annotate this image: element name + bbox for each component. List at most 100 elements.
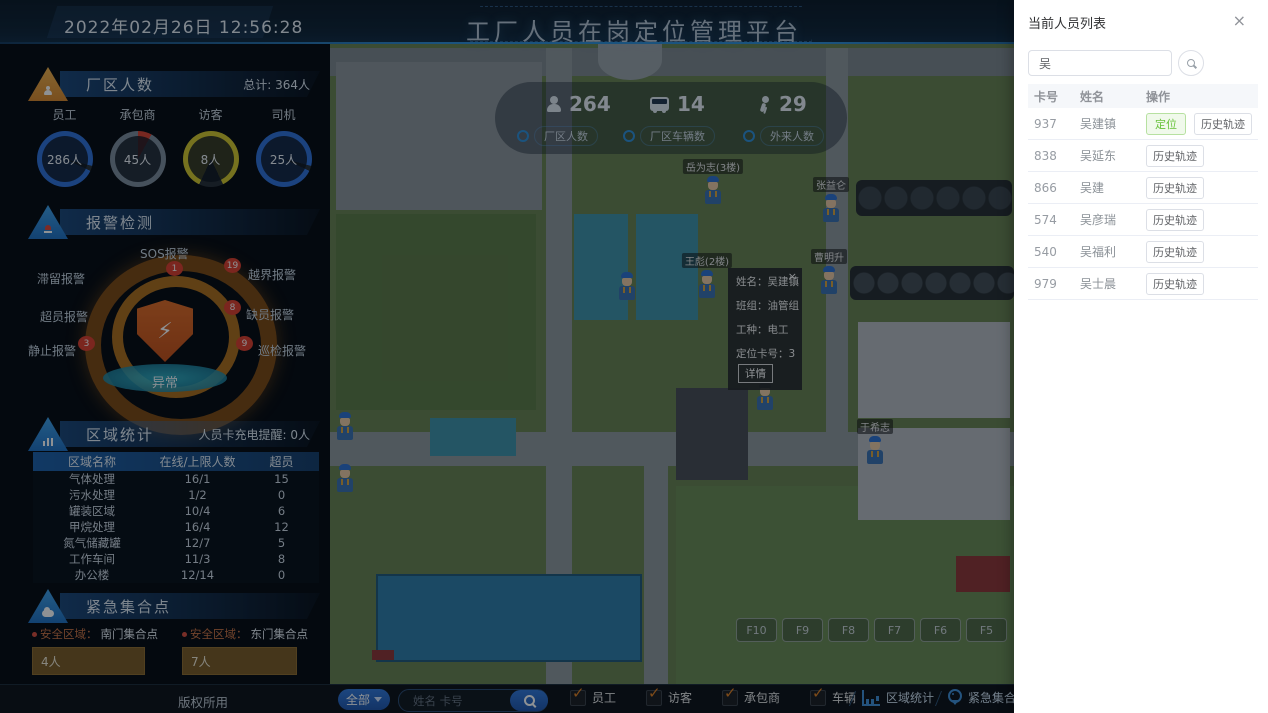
close-icon[interactable]: × (1227, 10, 1252, 31)
alarm-item-label: 超员报警 (40, 310, 88, 324)
worker-figure[interactable] (336, 464, 354, 494)
card-number: 574 (1034, 213, 1080, 227)
map-truck (372, 650, 394, 660)
section-bar: 区域统计 人员卡充电提醒: 0人 (60, 421, 320, 447)
worker-figure[interactable] (336, 412, 354, 442)
history-track-button[interactable]: 历史轨迹 (1146, 273, 1204, 295)
checkbox-icon: ✓ (570, 690, 586, 706)
map-fans (850, 266, 1014, 300)
stat-outside-people: 29 (757, 92, 807, 116)
floor-button[interactable]: F9 (782, 618, 823, 642)
history-track-button[interactable]: 历史轨迹 (1146, 145, 1204, 167)
history-track-button[interactable]: 历史轨迹 (1146, 209, 1204, 231)
person-name: 吴士晨 (1080, 275, 1146, 292)
tooltip-field-value: 油管组 (768, 300, 800, 312)
row-actions: 历史轨迹 (1146, 209, 1258, 231)
alarm-count-badge: 9 (236, 336, 253, 351)
column-header: 姓名 (1080, 88, 1146, 105)
row-actions: 历史轨迹 (1146, 145, 1258, 167)
worker-body (705, 190, 721, 204)
map-pool (430, 418, 516, 456)
bottom-search-button[interactable] (510, 690, 548, 711)
worker-face (702, 276, 712, 284)
card-number: 979 (1034, 277, 1080, 291)
checkbox-icon: ✓ (810, 690, 826, 706)
alarm-item: 巡检报警 9 (258, 342, 306, 359)
worker-figure[interactable] (618, 272, 636, 302)
region-table-header: 区域名称 在线/上限人数 超员 (33, 452, 319, 471)
assembly-count: 7人 (191, 653, 211, 670)
checkbox-label: 员工 (592, 689, 616, 706)
card-charge-reminder: 人员卡充电提醒: 0人 (199, 426, 311, 443)
worker-figure[interactable]: 岳为志(3楼) (704, 176, 722, 206)
filter-all-dropdown[interactable]: 全部 (338, 689, 390, 710)
tooltip-close-icon[interactable]: × (788, 270, 797, 283)
ring-chart: 8人 (183, 131, 239, 187)
bottom-search-input[interactable] (399, 693, 510, 709)
floor-button[interactable]: F5 (966, 618, 1007, 642)
check-mark-icon: ✓ (572, 684, 585, 702)
bars-glyph (43, 436, 53, 446)
stat-label-pill: 厂区人数 (517, 126, 598, 146)
floor-button[interactable]: F6 (920, 618, 961, 642)
map-pool (376, 574, 642, 662)
person-icon (547, 96, 561, 112)
map-building (676, 388, 748, 480)
region-table: 区域名称 在线/上限人数 超员 气体处理 16/1 15 污水处理 1/2 0 (33, 452, 319, 583)
layer-checkbox[interactable]: ✓ 员工 (570, 689, 616, 706)
ring-value: 45人 (124, 151, 151, 168)
region-name: 办公楼 (33, 567, 151, 583)
region-name: 甲烷处理 (33, 519, 151, 535)
history-track-button[interactable]: 历史轨迹 (1146, 177, 1204, 199)
worker-figure[interactable]: 曹明升 (820, 266, 838, 296)
check-mark-icon: ✓ (812, 684, 825, 702)
assembly-point: 安全区域： 南门集合点 4人 (32, 626, 145, 675)
tooltip-detail-button[interactable]: 详情 (738, 364, 773, 383)
ring-label: 承包商 (119, 106, 155, 123)
region-over-count: 0 (244, 568, 319, 582)
tooltip-field-label: 班组： (736, 300, 768, 312)
section-title: 紧急集合点 (86, 596, 171, 617)
ring-chart: 25人 (256, 131, 312, 187)
alarm-item-label: 缺员报警 (246, 308, 294, 322)
worker-face (870, 442, 880, 450)
worker-face (340, 418, 350, 426)
history-track-button[interactable]: 历史轨迹 (1194, 113, 1252, 135)
alarm-item: 越界报警 19 (248, 266, 296, 283)
history-track-button[interactable]: 历史轨迹 (1146, 241, 1204, 263)
tooltip-field-value: 电工 (768, 324, 789, 336)
worker-figure[interactable]: 张益仑 (822, 194, 840, 224)
personnel-row: 540 吴福利 历史轨迹 (1028, 236, 1258, 268)
section-title: 区域统计 (86, 424, 154, 445)
column-header: 操作 (1146, 88, 1258, 105)
region-online-limit: 16/4 (151, 520, 244, 534)
layer-checkbox[interactable]: ✓ 访客 (646, 689, 692, 706)
locate-button[interactable]: 定位 (1146, 113, 1186, 135)
assembly-count-bar: 4人 (32, 647, 145, 675)
region-stats-link[interactable]: 区域统计 (862, 689, 934, 706)
ring-stat: 访客 8人 (174, 106, 247, 187)
alarm-item: 缺员报警 8 (246, 306, 294, 323)
personnel-search-input[interactable] (1028, 50, 1172, 76)
layer-checkbox[interactable]: ✓ 承包商 (722, 689, 780, 706)
search-icon (524, 695, 535, 706)
personnel-row: 979 吴士晨 历史轨迹 (1028, 268, 1258, 300)
personnel-search-button[interactable] (1178, 50, 1204, 76)
region-table-row: 甲烷处理 16/4 12 (33, 519, 319, 535)
worker-figure[interactable]: 于希志 (866, 436, 884, 466)
floor-button[interactable]: F7 (874, 618, 915, 642)
alarm-item: SOS报警 1 (140, 245, 189, 262)
walking-person-icon (757, 96, 771, 112)
location-pin-icon (948, 689, 962, 703)
region-over-count: 8 (244, 552, 319, 566)
column-header: 超员 (244, 453, 319, 470)
section-assembly: 紧急集合点 (28, 590, 320, 622)
floor-button[interactable]: F10 (736, 618, 777, 642)
card-number: 937 (1034, 117, 1080, 131)
worker-face (826, 200, 836, 208)
section-bar: 厂区人数 总计: 364人 (60, 71, 320, 97)
floor-button[interactable]: F8 (828, 618, 869, 642)
tooltip-field-label: 姓名： (736, 276, 768, 288)
worker-figure[interactable]: 王彪(2楼) (698, 270, 716, 300)
tooltip-field-label: 定位卡号： (736, 348, 789, 360)
